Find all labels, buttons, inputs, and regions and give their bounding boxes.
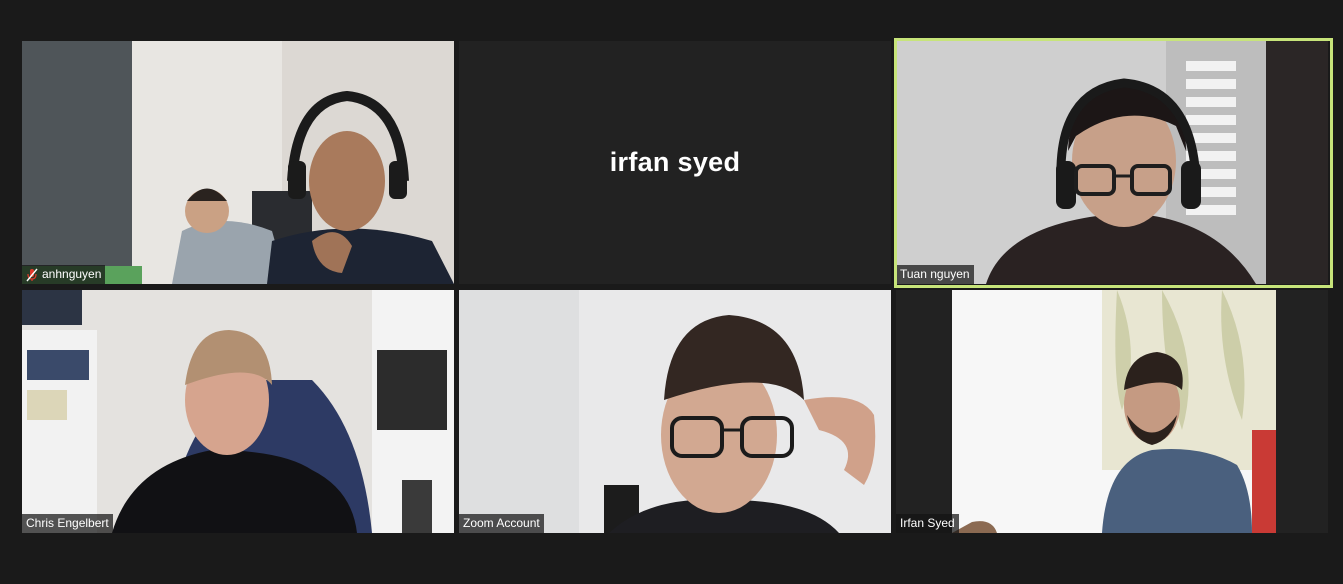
participant-name: Zoom Account [463,516,540,530]
mic-muted-icon [26,268,38,281]
participant-name-tag: Zoom Account [459,514,544,533]
participant-video [896,41,1328,284]
video-tile-anhnguyen[interactable]: anhnguyen [22,41,454,284]
participant-name-tag: Tuan nguyen [896,265,974,284]
video-tile-irfan-syed-off[interactable]: irfan syed [459,41,891,284]
participant-name: Irfan Syed [900,516,955,530]
participant-video [22,41,454,284]
participant-video [22,290,454,533]
participant-name: anhnguyen [42,267,102,281]
participant-video [952,290,1276,533]
gallery-view: anhnguyen irfan syed Tuan nguyen Chris E… [0,0,1343,584]
video-tile-zoom-account[interactable]: Zoom Account [459,290,891,533]
participant-name-tag: Irfan Syed [896,514,959,533]
participant-video-frame [952,290,1276,533]
participant-name-tag: anhnguyen [22,265,106,284]
video-tile-tuan-nguyen[interactable]: Tuan nguyen [896,41,1328,284]
video-tile-irfan-syed[interactable]: Irfan Syed [896,290,1328,533]
participant-display-name: irfan syed [609,147,741,177]
participant-name: Chris Engelbert [26,516,109,530]
participant-name-tag: Chris Engelbert [22,514,113,533]
participant-name: Tuan nguyen [900,267,970,281]
participant-video [459,290,891,533]
video-tile-chris-engelbert[interactable]: Chris Engelbert [22,290,454,533]
